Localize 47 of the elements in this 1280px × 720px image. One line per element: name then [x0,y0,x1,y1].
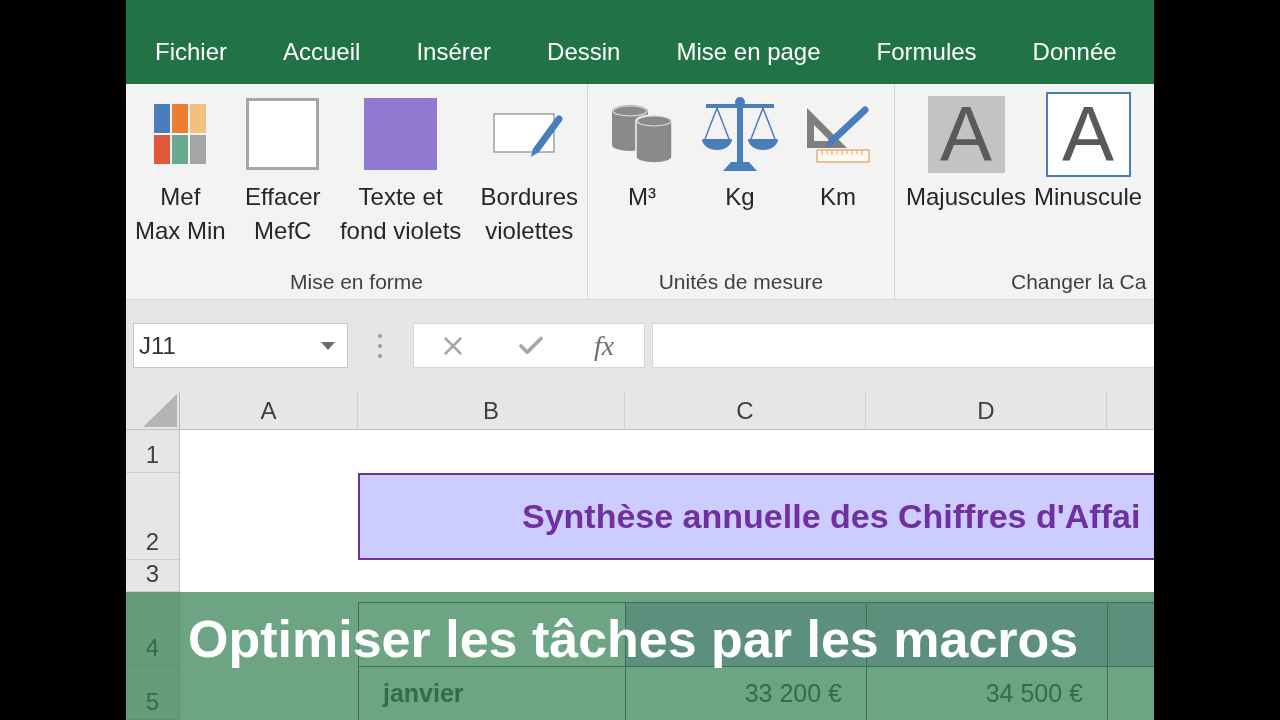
column-header[interactable] [1107,392,1154,430]
ribbon-tab[interactable]: Accueil [255,36,389,68]
insert-function-button[interactable]: fx [594,328,615,363]
ribbon-tab[interactable]: Donnée [1004,36,1145,68]
letter-a-icon: A [927,95,1005,173]
ribbon-button[interactable]: A Majuscules [906,91,1027,214]
ribbon-button[interactable]: M³ [593,91,691,214]
caret-icon [321,341,335,350]
cylinders-icon [612,105,672,163]
row-header[interactable]: 1 [126,430,180,473]
rectangle-pencil-icon [493,111,566,157]
column-header[interactable]: B [358,392,625,430]
formula-input[interactable] [652,323,1154,368]
ribbon-tab[interactable]: Mise en page [648,36,849,68]
table-cell: 34 500 € [866,666,1107,720]
ribbon-tab[interactable]: Insérer [388,36,520,68]
name-box[interactable]: J11 [133,323,348,368]
filled-square-icon [364,98,438,170]
ribbon-button[interactable]: Km [789,91,887,214]
column-header[interactable]: C [625,392,866,430]
ruler-pencil-icon [805,104,871,164]
ribbon-button[interactable]: Kg [691,91,789,214]
scale-icon [701,97,779,171]
vertical-dots-icon [378,334,382,358]
group-label: Changer la Ca [1010,269,1148,295]
row-header[interactable]: 3 [126,560,180,592]
blank-square-icon [246,98,320,170]
corner-triangle-icon [143,394,177,427]
title-cell: Synthèse annuelle des Chiffres d'Affai [358,473,1154,560]
banner-title: Optimiser les tâches par les macros [188,612,1079,666]
row-header[interactable]: 2 [126,473,180,560]
ribbon-button[interactable]: Bordures violettes [480,91,578,248]
ribbon-tab[interactable]: Formules [848,36,1005,68]
ribbon-tab[interactable]: Dessin [519,36,649,68]
ribbon-button[interactable]: Mef Max Min [135,91,226,248]
ribbon-button[interactable]: Texte et fond violets [339,91,462,248]
ribbon-tab[interactable]: Fichier [127,36,255,68]
ribbon-button[interactable]: Effacer MefC [245,91,321,248]
table-cell: janvier [358,666,625,720]
group-label: Unités de mesure [657,269,825,295]
select-all-button[interactable] [126,392,180,430]
letter-a-icon: A [1045,91,1131,177]
column-header[interactable]: A [180,392,358,430]
color-grid-icon [154,104,207,164]
column-header[interactable]: D [866,392,1107,430]
group-label: Mise en forme [288,269,424,295]
ribbon-button[interactable]: A Minuscule [1034,91,1143,214]
